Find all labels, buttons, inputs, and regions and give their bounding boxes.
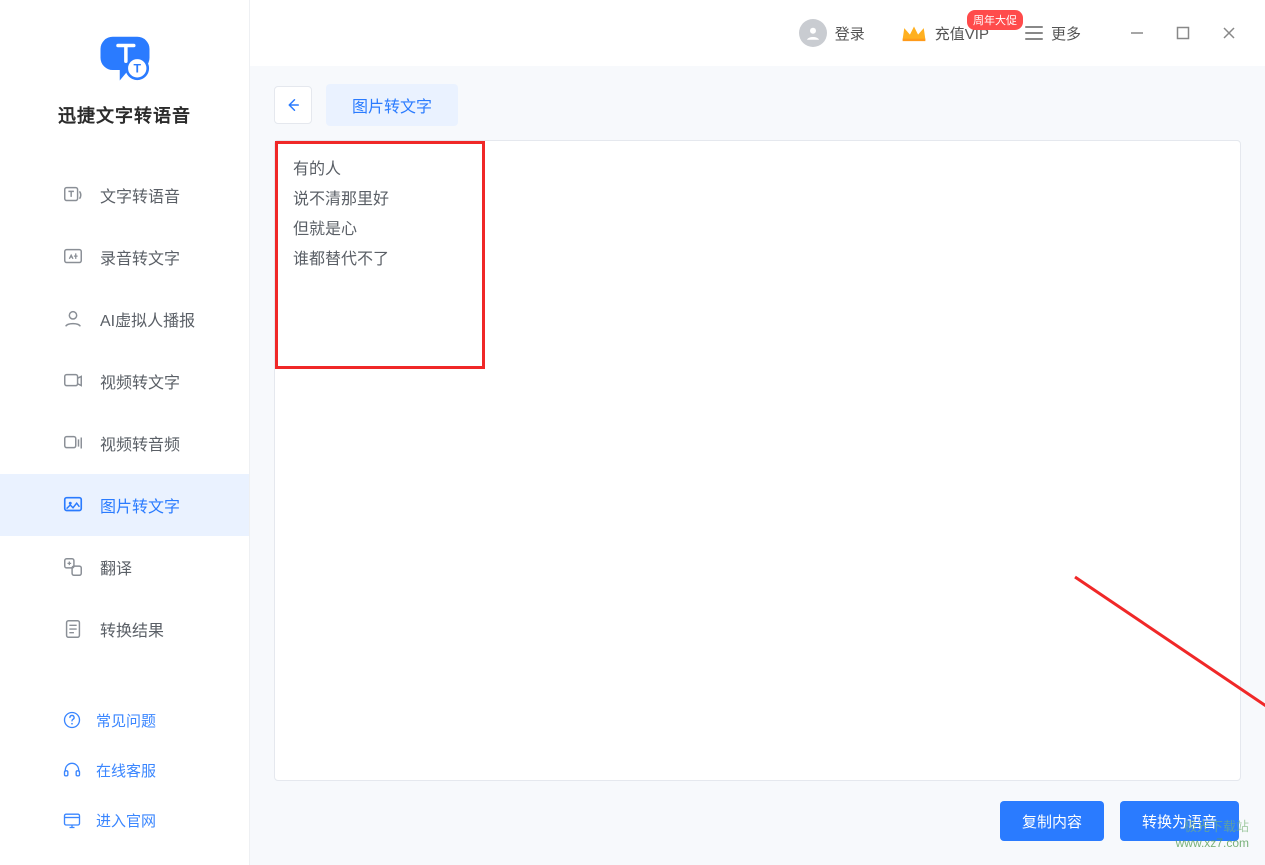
tab-image-to-text[interactable]: 图片转文字 <box>326 84 458 126</box>
ocr-result-text[interactable]: 有的人 说不清那里好 但就是心 谁都替代不了 <box>285 149 1230 281</box>
nav-item-label: 翻译 <box>100 555 132 579</box>
sidebar: T 迅捷文字转语音 文字转语音 录音转文字 AI虚拟人播报 视频转文字 <box>0 0 250 865</box>
close-button[interactable] <box>1221 25 1237 41</box>
app-name: 迅捷文字转语音 <box>58 102 191 128</box>
help-icon <box>62 710 82 730</box>
video-to-audio-icon <box>62 432 84 454</box>
support-item-label: 进入官网 <box>96 810 156 831</box>
nav-translate[interactable]: 翻译 <box>0 536 249 598</box>
nav-item-label: 文字转语音 <box>100 183 180 207</box>
nav-item-label: AI虚拟人播报 <box>100 307 195 331</box>
nav-item-label: 图片转文字 <box>100 493 180 517</box>
translate-icon <box>62 556 84 578</box>
nav-video-to-audio[interactable]: 视频转音频 <box>0 412 249 474</box>
support-item-label: 在线客服 <box>96 760 156 781</box>
nav-image-to-text[interactable]: 图片转文字 <box>0 474 249 536</box>
vip-badge: 周年大促 <box>967 10 1023 30</box>
crown-icon <box>901 22 927 44</box>
text-to-speech-icon <box>62 184 84 206</box>
video-to-text-icon <box>62 370 84 392</box>
maximize-button[interactable] <box>1175 25 1191 41</box>
login-button[interactable]: 登录 <box>799 19 865 47</box>
tab-label: 图片转文字 <box>352 93 432 117</box>
app-logo-icon: T <box>97 28 153 84</box>
more-label: 更多 <box>1051 23 1081 44</box>
ai-avatar-icon <box>62 308 84 330</box>
window-controls <box>1129 25 1237 41</box>
user-avatar-icon <box>799 19 827 47</box>
website-icon <box>62 810 82 830</box>
more-menu[interactable]: 更多 <box>1025 23 1081 44</box>
support-list: 常见问题 在线客服 进入官网 <box>0 695 249 865</box>
headset-icon <box>62 760 82 780</box>
arrow-left-icon <box>284 96 302 114</box>
nav-video-to-text[interactable]: 视频转文字 <box>0 350 249 412</box>
support-service[interactable]: 在线客服 <box>0 745 249 795</box>
support-item-label: 常见问题 <box>96 710 156 731</box>
back-button[interactable] <box>274 86 312 124</box>
nav-item-label: 转换结果 <box>100 617 164 641</box>
login-label: 登录 <box>835 23 865 44</box>
nav-ai-avatar[interactable]: AI虚拟人播报 <box>0 288 249 350</box>
editor-panel: 有的人 说不清那里好 但就是心 谁都替代不了 <box>274 140 1241 781</box>
nav-item-label: 录音转文字 <box>100 245 180 269</box>
footer-buttons: 复制内容 转换为语音 <box>274 801 1241 841</box>
audio-to-text-icon <box>62 246 84 268</box>
nav-item-label: 视频转文字 <box>100 369 180 393</box>
nav-audio-to-text[interactable]: 录音转文字 <box>0 226 249 288</box>
minimize-button[interactable] <box>1129 25 1145 41</box>
header: 登录 充值VIP 周年大促 更多 <box>250 0 1265 66</box>
copy-content-button[interactable]: 复制内容 <box>1000 801 1104 841</box>
tab-row: 图片转文字 <box>274 84 1241 126</box>
support-website[interactable]: 进入官网 <box>0 795 249 845</box>
main: 登录 充值VIP 周年大促 更多 <box>250 0 1265 865</box>
convert-to-speech-button[interactable]: 转换为语音 <box>1120 801 1239 841</box>
support-faq[interactable]: 常见问题 <box>0 695 249 745</box>
nav-item-label: 视频转音频 <box>100 431 180 455</box>
image-to-text-icon <box>62 494 84 516</box>
menu-lines-icon <box>1025 26 1043 40</box>
nav-list: 文字转语音 录音转文字 AI虚拟人播报 视频转文字 视频转音频 图片转文字 <box>0 150 249 695</box>
nav-text-to-speech[interactable]: 文字转语音 <box>0 164 249 226</box>
nav-results[interactable]: 转换结果 <box>0 598 249 660</box>
results-icon <box>62 618 84 640</box>
content-area: 图片转文字 有的人 说不清那里好 但就是心 谁都替代不了 复制内容 转换为语音 <box>250 66 1265 865</box>
svg-text:T: T <box>133 62 141 76</box>
vip-button[interactable]: 充值VIP 周年大促 <box>901 22 989 44</box>
logo-block: T 迅捷文字转语音 <box>0 0 249 150</box>
